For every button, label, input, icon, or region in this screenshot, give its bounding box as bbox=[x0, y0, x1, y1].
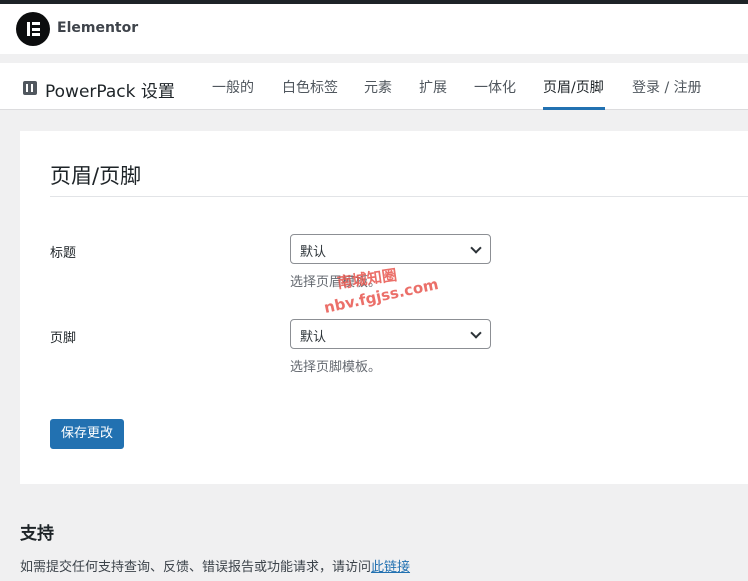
tab-white-label[interactable]: 白色标签 bbox=[282, 77, 338, 97]
tab-elements[interactable]: 元素 bbox=[364, 77, 392, 97]
support-link[interactable]: 此链接 bbox=[371, 560, 410, 575]
save-changes-button[interactable]: 保存更改 bbox=[50, 419, 124, 449]
support-message: 如需提交任何支持查询、反馈、错误报告或功能请求，请访问 bbox=[20, 560, 372, 575]
tab-login-register[interactable]: 登录 / 注册 bbox=[632, 77, 702, 97]
header-template-select[interactable]: 默认 bbox=[290, 234, 491, 264]
chevron-down-icon bbox=[470, 327, 482, 339]
footer-field-description: 选择页脚模板。 bbox=[290, 360, 382, 375]
tab-general[interactable]: 一般的 bbox=[212, 77, 254, 97]
elementor-title: Elementor bbox=[57, 20, 139, 36]
support-heading: 支持 bbox=[20, 524, 54, 544]
powerpack-settings-header: PowerPack 设置 一般的 白色标签 元素 扩展 一体化 页眉/页脚 登录… bbox=[0, 63, 748, 110]
elementor-logo-icon[interactable] bbox=[16, 12, 50, 46]
header-footer-settings-card: 页眉/页脚 标题 默认 选择页眉模板。 页脚 默认 选择页脚模板。 保存更改 bbox=[20, 131, 748, 484]
active-tab-indicator bbox=[543, 107, 605, 110]
tab-header-footer[interactable]: 页眉/页脚 bbox=[543, 77, 604, 97]
footer-field-label: 页脚 bbox=[50, 331, 77, 346]
tab-integration[interactable]: 一体化 bbox=[474, 77, 516, 97]
header-template-value: 默认 bbox=[300, 245, 327, 260]
page-title: PowerPack 设置 bbox=[45, 82, 175, 102]
footer-template-select[interactable]: 默认 bbox=[290, 319, 491, 349]
elementor-header: Elementor bbox=[0, 4, 748, 54]
powerpack-settings-icon bbox=[23, 81, 37, 95]
section-title: 页眉/页脚 bbox=[50, 164, 142, 188]
section-divider bbox=[50, 196, 748, 197]
chevron-down-icon bbox=[470, 242, 482, 254]
footer-template-value: 默认 bbox=[300, 330, 327, 345]
support-text: 如需提交任何支持查询、反馈、错误报告或功能请求，请访问此链接 bbox=[20, 556, 410, 575]
header-field-description: 选择页眉模板。 bbox=[290, 275, 382, 290]
tab-extensions[interactable]: 扩展 bbox=[419, 77, 447, 97]
header-field-label: 标题 bbox=[50, 246, 77, 261]
